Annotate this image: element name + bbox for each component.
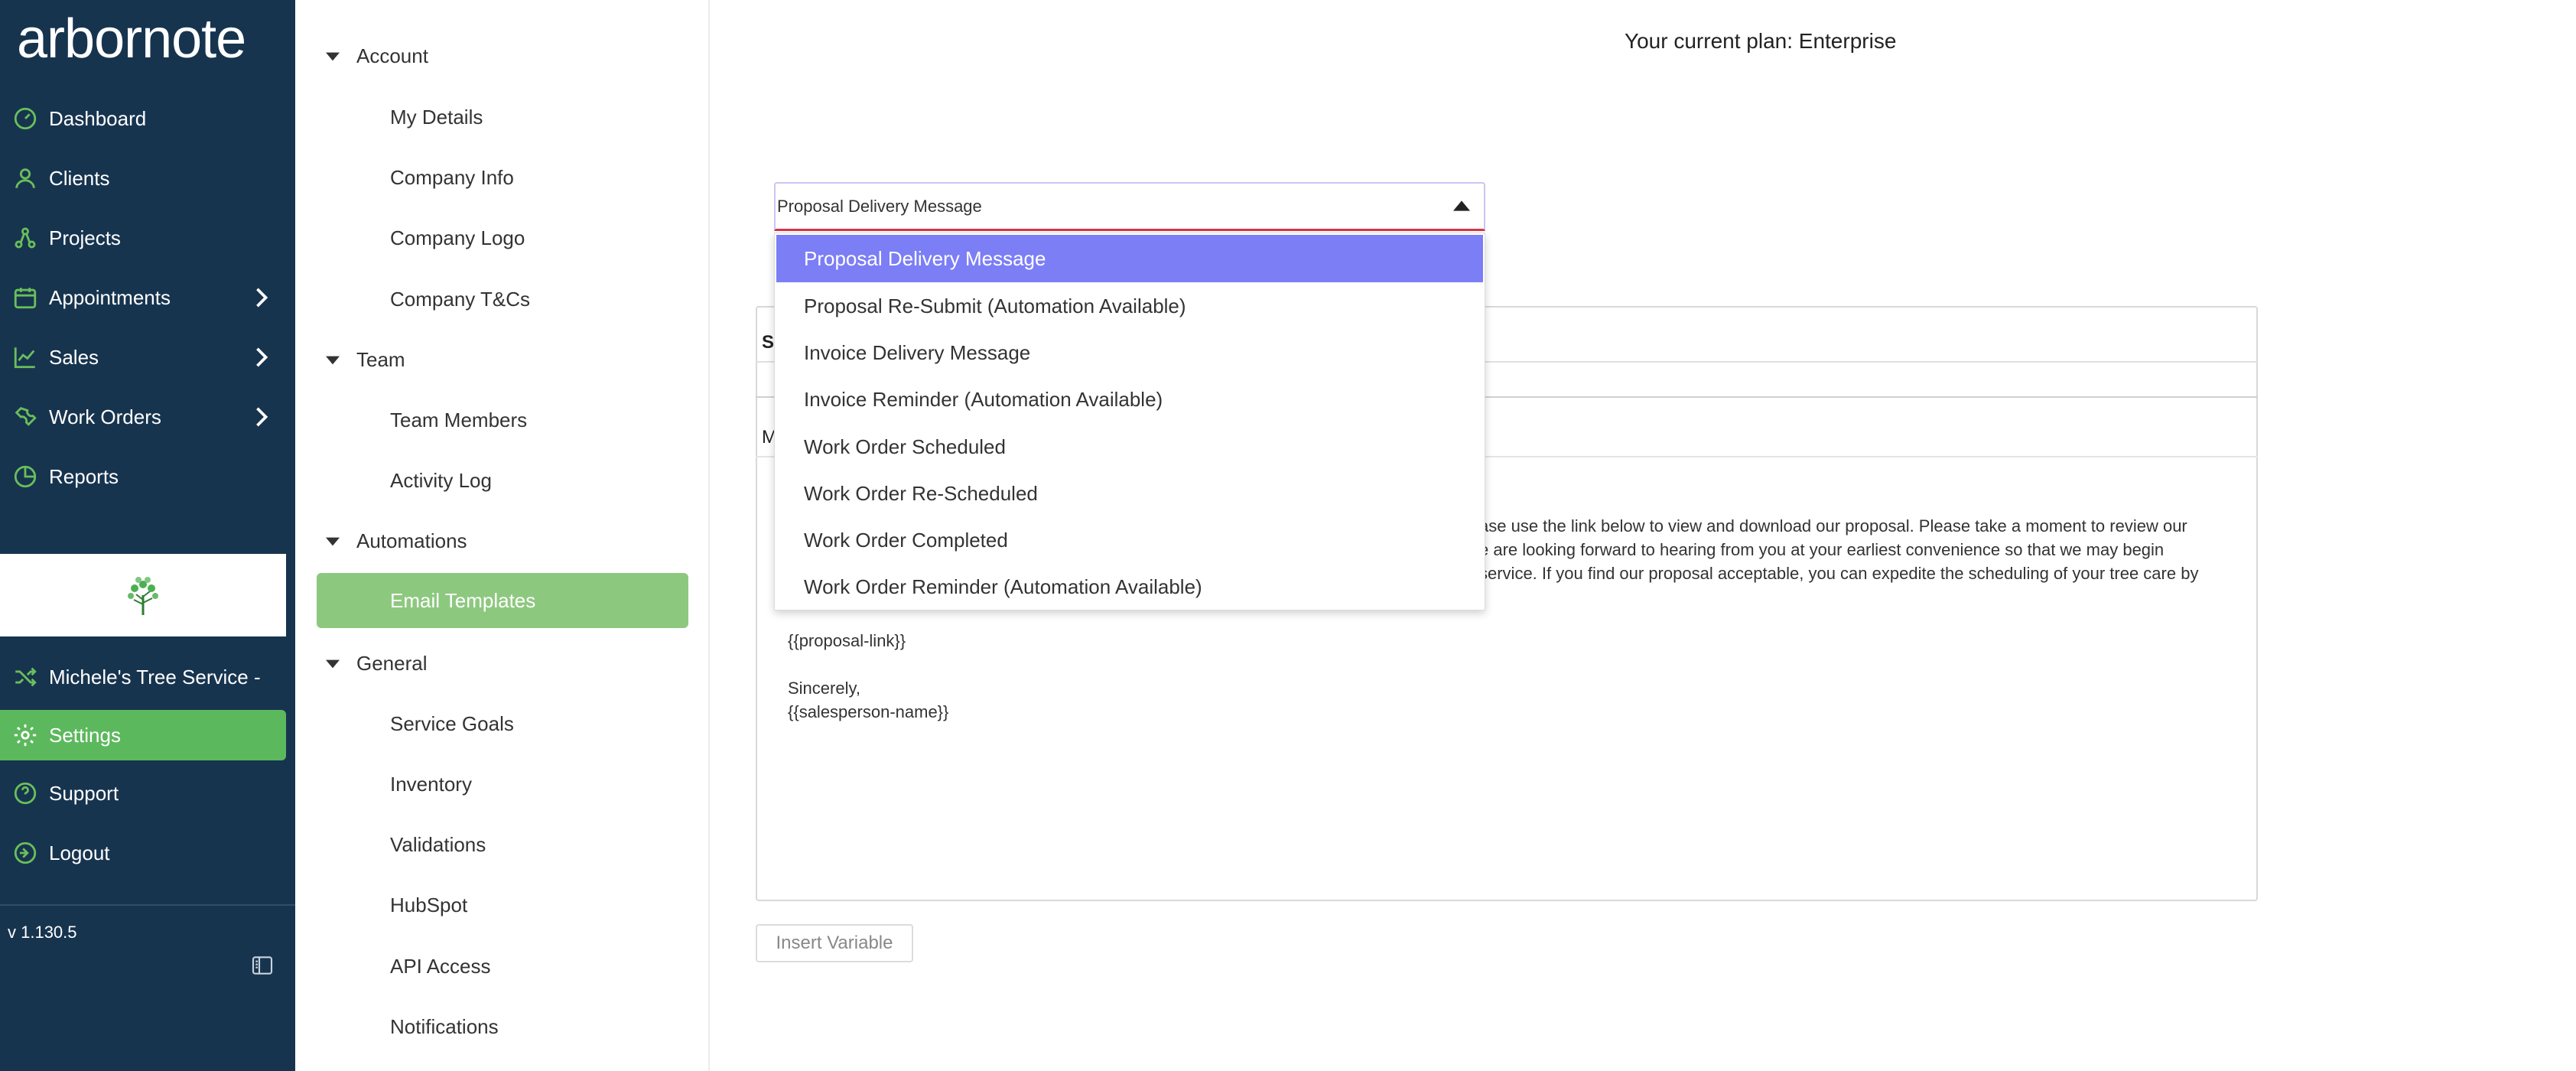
sidebar-item-label: Sales (49, 345, 99, 369)
section-label: Account (356, 44, 428, 67)
caret-down-icon (326, 356, 340, 365)
settings-subnav: Account My Details Company Info Company … (295, 0, 710, 1071)
template-option[interactable]: Proposal Delivery Message (776, 235, 1483, 282)
sidebar-item-label: Clients (49, 166, 110, 190)
arbornote-logo[interactable]: arbornote (17, 5, 246, 73)
company-switcher[interactable]: Michele's Tree Service - (0, 652, 295, 702)
template-option[interactable]: Work Order Scheduled (776, 423, 1483, 470)
caret-down-icon (326, 52, 340, 61)
sidebar-item-label: Reports (49, 464, 119, 488)
subnav-item-hubspot[interactable]: HubSpot (390, 894, 467, 917)
message-line: Sincerely, (788, 679, 860, 698)
sidebar-item-logout[interactable]: Logout (0, 828, 295, 878)
subject-label: S (762, 332, 775, 353)
user-icon (15, 168, 35, 188)
gear-icon (14, 724, 37, 747)
sidebar-item-clients[interactable]: Clients (0, 153, 295, 203)
template-dropdown-menu: Proposal Delivery Message Proposal Re-Su… (774, 233, 1485, 610)
calendar-icon (14, 288, 37, 309)
caret-up-icon (1453, 200, 1470, 211)
chevron-right-icon (256, 347, 268, 367)
app-root: arbornote Dashboard Clients Projects App… (0, 0, 2576, 1071)
sidebar-item-sales[interactable]: Sales (0, 332, 295, 382)
logout-icon (14, 842, 37, 864)
template-option[interactable]: Work Order Re-Scheduled (776, 470, 1483, 517)
chart-line-icon (14, 347, 35, 369)
sidebar-item-label: Dashboard (49, 106, 147, 130)
app-version: v 1.130.5 (8, 923, 77, 942)
tree-logo-icon (128, 577, 158, 615)
message-line: service. If you find our proposal accept… (1479, 564, 2199, 583)
subnav-item-api-access[interactable]: API Access (390, 955, 491, 978)
insert-variable-button[interactable]: Insert Variable (756, 924, 913, 962)
sidebar-item-label: Work Orders (49, 405, 161, 428)
subnav-item-inventory[interactable]: Inventory (390, 773, 472, 796)
caret-down-icon (326, 537, 340, 546)
sidebar-item-label: Logout (49, 841, 110, 864)
sidebar-item-work-orders[interactable]: Work Orders (0, 392, 295, 442)
section-label: Automations (356, 529, 467, 552)
sidebar-item-label: Appointments (49, 285, 171, 309)
chevron-right-icon (256, 288, 268, 308)
template-option[interactable]: Invoice Reminder (Automation Available) (776, 376, 1483, 423)
sidebar-item-dashboard[interactable]: Dashboard (0, 93, 295, 144)
template-select[interactable]: Proposal Delivery Message (774, 182, 1485, 231)
logo-text: arbornote (17, 8, 246, 70)
company-name: Michele's Tree Service - (49, 665, 261, 688)
sidebar-item-label: Support (49, 781, 119, 805)
template-option[interactable]: Work Order Completed (776, 516, 1483, 564)
shuffle-icon (15, 667, 37, 687)
main-sidebar: arbornote Dashboard Clients Projects App… (0, 0, 295, 1071)
sidebar-divider (0, 904, 295, 906)
sidebar-item-reports[interactable]: Reports (0, 451, 295, 502)
subnav-item-notifications[interactable]: Notifications (390, 1015, 499, 1039)
company-logo-box (0, 554, 286, 636)
section-label: General (356, 652, 428, 675)
sidebar-item-label: Projects (49, 226, 121, 249)
message-line: {{proposal-link}} (788, 631, 906, 650)
subnav-item-validations[interactable]: Validations (390, 833, 486, 857)
current-plan-text: Your current plan: Enterprise (1625, 29, 1897, 53)
caret-down-icon (326, 659, 340, 669)
message-line-blank (788, 653, 948, 676)
section-account[interactable]: Account (326, 44, 428, 68)
subnav-item-email-templates[interactable]: Email Templates (317, 573, 688, 628)
sidebar-item-support[interactable]: Support (0, 768, 295, 819)
wrench-icon (15, 407, 37, 426)
pie-chart-icon (14, 465, 37, 488)
chevron-right-icon (256, 407, 268, 427)
help-icon (14, 782, 37, 805)
subnav-item-service-goals[interactable]: Service Goals (390, 712, 514, 736)
projects-icon (15, 227, 36, 249)
message-line: {{salesperson-name}} (788, 702, 949, 721)
template-option[interactable]: Invoice Delivery Message (776, 329, 1483, 376)
subnav-item-company-logo[interactable]: Company Logo (390, 226, 525, 250)
sidebar-item-settings[interactable]: Settings (0, 710, 286, 760)
section-label: Team (356, 348, 405, 371)
sidebar-item-label: Settings (49, 723, 121, 747)
template-option[interactable]: Proposal Re-Submit (Automation Available… (776, 282, 1483, 330)
section-general[interactable]: General (326, 652, 428, 675)
subnav-item-company-info[interactable]: Company Info (390, 166, 514, 190)
template-option[interactable]: Work Order Reminder (Automation Availabl… (776, 563, 1483, 610)
sidebar-collapse-icon[interactable] (249, 953, 275, 978)
section-automations[interactable]: Automations (326, 529, 467, 553)
message-line: e are looking forward to hearing from yo… (1479, 540, 2165, 559)
section-team[interactable]: Team (326, 348, 405, 372)
message-line: ase use the link below to view and downl… (1479, 516, 2187, 536)
sidebar-item-projects[interactable]: Projects (0, 213, 295, 263)
subnav-item-my-details[interactable]: My Details (390, 106, 483, 129)
template-select-value: Proposal Delivery Message (777, 197, 982, 216)
subnav-item-activity-log[interactable]: Activity Log (390, 469, 492, 493)
sidebar-item-appointments[interactable]: Appointments (0, 272, 295, 323)
subnav-item-company-tcs[interactable]: Company T&Cs (390, 288, 530, 311)
subnav-item-team-members[interactable]: Team Members (390, 409, 527, 432)
dashboard-icon (14, 107, 37, 130)
